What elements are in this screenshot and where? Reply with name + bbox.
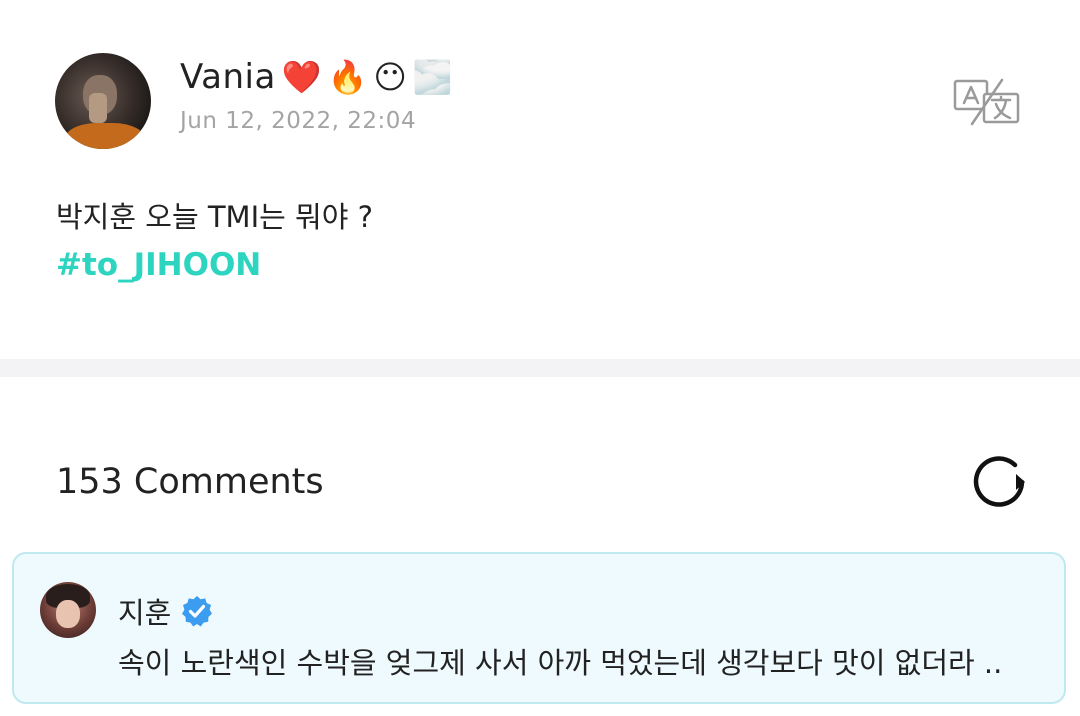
refresh-button[interactable] [970,454,1030,510]
avatar-shirt [65,123,145,149]
post-timestamp: Jun 12, 2022, 22:04 [180,108,417,134]
refresh-icon [973,456,1025,507]
post-page: Vania ❤️ 🔥 😶 🌫️ Jun 12, 2022, 22:04 박지훈 … [0,0,1080,716]
author-name-row[interactable]: Vania ❤️ 🔥 😶 🌫️ [180,52,453,102]
fog-emoji: 🌫️ [412,58,453,96]
heart-emoji: ❤️ [281,58,322,96]
commenter-name-row: 지훈 [118,590,213,632]
translate-icon [953,78,1020,126]
post-text: 박지훈 오늘 TMI는 뭐야 ? [56,200,373,234]
no-mouth-face-emoji: 😶 [373,58,407,96]
translate-button[interactable] [952,78,1022,126]
fire-emoji: 🔥 [327,58,368,96]
section-divider [0,359,1080,377]
author-name[interactable]: Vania [180,57,276,97]
commenter-name[interactable]: 지훈 [118,590,171,632]
author-avatar[interactable] [55,53,151,149]
comment-text: 속이 노란색인 수박을 엊그제 사서 아까 먹었는데 생각보다 맛이 없더라 .… [118,646,1003,680]
post-hashtag[interactable]: #to_JIHOON [56,247,261,283]
comments-count-header: 153 Comments [56,462,324,502]
commenter-avatar-face [56,600,80,628]
highlighted-comment[interactable]: 지훈 속이 노란색인 수박을 엊그제 사서 아까 먹었는데 생각보다 맛이 없더… [12,552,1066,704]
commenter-avatar[interactable] [40,582,96,638]
verified-badge-icon [182,596,213,627]
avatar-phone-hand [89,93,107,123]
